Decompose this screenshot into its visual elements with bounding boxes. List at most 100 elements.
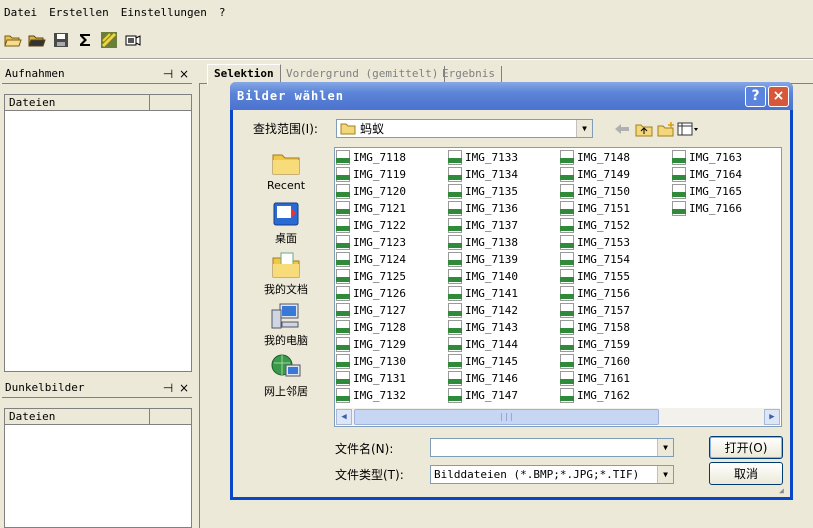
file-item[interactable]: IMG_7162 (560, 387, 672, 404)
file-item[interactable]: IMG_7129 (336, 336, 448, 353)
file-item[interactable]: IMG_7157 (560, 302, 672, 319)
open-button[interactable]: 打开(O) (709, 436, 783, 459)
camera-icon[interactable] (122, 29, 144, 51)
dialog-close-button[interactable]: × (768, 85, 789, 107)
file-item[interactable]: IMG_7155 (560, 268, 672, 285)
chevron-down-icon[interactable]: ▼ (576, 120, 592, 137)
file-item[interactable]: IMG_7165 (672, 183, 781, 200)
help-button[interactable]: ? (745, 85, 766, 107)
file-item[interactable]: IMG_7160 (560, 353, 672, 370)
image-process-icon[interactable] (98, 29, 120, 51)
file-item[interactable]: IMG_7141 (448, 285, 560, 302)
column-dateien[interactable]: Dateien (5, 409, 150, 424)
jpeg-file-icon (448, 184, 462, 199)
file-item[interactable]: IMG_7166 (672, 200, 781, 217)
file-item[interactable]: IMG_7130 (336, 353, 448, 370)
file-item[interactable]: IMG_7143 (448, 319, 560, 336)
chevron-down-icon[interactable]: ▼ (657, 439, 673, 456)
file-item[interactable]: IMG_7149 (560, 166, 672, 183)
file-item[interactable]: IMG_7121 (336, 200, 448, 217)
filetype-dropdown[interactable]: Bilddateien (*.BMP;*.JPG;*.TIF) ▼ (430, 465, 674, 484)
file-item[interactable]: IMG_7139 (448, 251, 560, 268)
file-item[interactable]: IMG_7131 (336, 370, 448, 387)
file-item[interactable]: IMG_7128 (336, 319, 448, 336)
chevron-down-icon[interactable]: ▼ (657, 466, 673, 483)
place-my-documents[interactable]: 我的文档 (251, 250, 321, 301)
file-item[interactable]: IMG_7153 (560, 234, 672, 251)
back-icon[interactable] (611, 119, 633, 139)
file-item[interactable]: IMG_7156 (560, 285, 672, 302)
menu-datei[interactable]: Datei (4, 6, 37, 19)
select-images-dialog: Bilder wählen ? × 查找范围(I): 蚂蚁 ▼ Recent 桌… (230, 82, 793, 500)
file-item[interactable]: IMG_7142 (448, 302, 560, 319)
file-item[interactable]: IMG_7136 (448, 200, 560, 217)
file-item[interactable]: IMG_7145 (448, 353, 560, 370)
file-item[interactable]: IMG_7152 (560, 217, 672, 234)
file-item[interactable]: IMG_7118 (336, 149, 448, 166)
file-item[interactable]: IMG_7132 (336, 387, 448, 404)
new-folder-icon[interactable] (655, 119, 677, 139)
file-item[interactable]: IMG_7161 (560, 370, 672, 387)
file-name: IMG_7153 (577, 236, 630, 249)
close-icon[interactable]: × (176, 381, 192, 395)
open-folder-2-icon[interactable] (26, 29, 48, 51)
scroll-left-icon[interactable]: ◀ (336, 408, 352, 425)
file-item[interactable]: IMG_7140 (448, 268, 560, 285)
file-item[interactable]: IMG_7164 (672, 166, 781, 183)
file-item[interactable]: IMG_7137 (448, 217, 560, 234)
horizontal-scrollbar[interactable]: ◀ ||| ▶ (336, 408, 780, 425)
menu-einstellungen[interactable]: Einstellungen (121, 6, 207, 19)
open-folder-icon[interactable] (2, 29, 24, 51)
menu-help[interactable]: ? (219, 6, 226, 19)
file-name: IMG_7149 (577, 168, 630, 181)
scroll-right-icon[interactable]: ▶ (764, 408, 780, 425)
filename-field[interactable]: ▼ (430, 438, 674, 457)
resize-grip-icon[interactable]: ◢ (779, 486, 789, 496)
pin-icon[interactable]: ⊣ (160, 381, 176, 395)
file-item[interactable]: IMG_7127 (336, 302, 448, 319)
file-item[interactable]: IMG_7147 (448, 387, 560, 404)
file-item[interactable]: IMG_7163 (672, 149, 781, 166)
file-item[interactable]: IMG_7123 (336, 234, 448, 251)
up-folder-icon[interactable] (633, 119, 655, 139)
view-menu-icon[interactable] (677, 119, 699, 139)
place-desktop[interactable]: 桌面 (251, 199, 321, 250)
jpeg-file-icon (336, 201, 350, 216)
close-icon[interactable]: × (176, 67, 192, 81)
file-item[interactable]: IMG_7126 (336, 285, 448, 302)
menu-erstellen[interactable]: Erstellen (49, 6, 109, 19)
dialog-titlebar[interactable]: Bilder wählen ? × (230, 82, 793, 110)
file-list[interactable]: IMG_7118 IMG_7119 IMG_7120 IMG_7121 IMG_7122… (334, 147, 782, 427)
column-dateien[interactable]: Dateien (5, 95, 150, 110)
file-item[interactable]: IMG_7138 (448, 234, 560, 251)
aufnahmen-list[interactable]: Dateien (4, 94, 192, 372)
file-item[interactable]: IMG_7144 (448, 336, 560, 353)
sigma-icon[interactable] (74, 29, 96, 51)
file-item[interactable]: IMG_7124 (336, 251, 448, 268)
place-recent[interactable]: Recent (251, 148, 321, 199)
file-name: IMG_7139 (465, 253, 518, 266)
save-icon[interactable] (50, 29, 72, 51)
cancel-button[interactable]: 取消 (709, 462, 783, 485)
file-item[interactable]: IMG_7159 (560, 336, 672, 353)
pin-icon[interactable]: ⊣ (160, 67, 176, 81)
scroll-thumb[interactable]: ||| (354, 408, 659, 425)
file-item[interactable]: IMG_7154 (560, 251, 672, 268)
place-my-computer[interactable]: 我的电脑 (251, 301, 321, 352)
file-item[interactable]: IMG_7158 (560, 319, 672, 336)
file-item[interactable]: IMG_7134 (448, 166, 560, 183)
file-item[interactable]: IMG_7119 (336, 166, 448, 183)
file-item[interactable]: IMG_7125 (336, 268, 448, 285)
dunkelbilder-list[interactable]: Dateien (4, 408, 192, 528)
file-item[interactable]: IMG_7120 (336, 183, 448, 200)
file-item[interactable]: IMG_7135 (448, 183, 560, 200)
file-item[interactable]: IMG_7122 (336, 217, 448, 234)
scroll-track[interactable]: ||| (352, 408, 764, 425)
file-item[interactable]: IMG_7146 (448, 370, 560, 387)
file-item[interactable]: IMG_7150 (560, 183, 672, 200)
file-item[interactable]: IMG_7133 (448, 149, 560, 166)
file-item[interactable]: IMG_7151 (560, 200, 672, 217)
lookin-dropdown[interactable]: 蚂蚁 ▼ (336, 119, 593, 138)
file-item[interactable]: IMG_7148 (560, 149, 672, 166)
place-network[interactable]: 网上邻居 (251, 352, 321, 403)
